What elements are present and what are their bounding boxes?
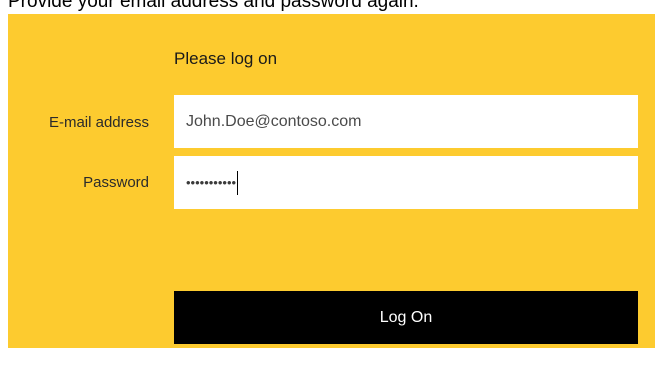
instruction-text: Provide your email address and password … bbox=[8, 0, 419, 12]
form-title: Please log on bbox=[174, 49, 278, 68]
login-page: Provide your email address and password … bbox=[0, 0, 655, 376]
login-panel: Please log on E-mail address Password ••… bbox=[8, 14, 655, 348]
email-label: E-mail address bbox=[48, 114, 149, 131]
password-field[interactable]: ••••••••••• bbox=[174, 156, 638, 209]
text-caret bbox=[237, 170, 239, 195]
log-on-button[interactable]: Log On bbox=[174, 291, 638, 344]
email-field[interactable] bbox=[174, 95, 638, 148]
password-label: Password bbox=[83, 174, 149, 191]
password-masked-value: ••••••••••• bbox=[186, 175, 237, 190]
